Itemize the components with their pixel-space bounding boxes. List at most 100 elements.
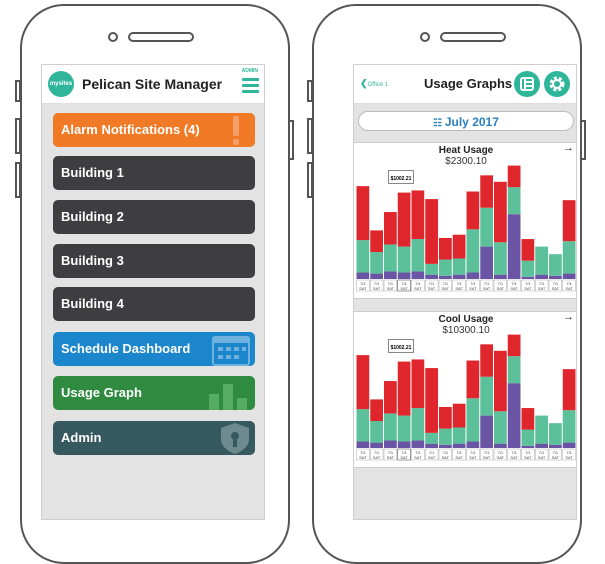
bar-segment[interactable] (466, 229, 480, 273)
admin-button[interactable]: Admin (53, 421, 255, 455)
bar-segment[interactable] (466, 191, 480, 230)
bar-segment[interactable] (549, 275, 562, 279)
bar-segment[interactable] (452, 274, 466, 279)
building-4-button[interactable]: Building 4 (53, 287, 255, 321)
bar-segment[interactable] (397, 192, 411, 247)
bar-segment[interactable] (480, 246, 493, 279)
bar-segment[interactable] (452, 234, 466, 259)
bar-segment[interactable] (562, 410, 576, 443)
alarm-notifications-button[interactable]: Alarm Notifications (4) (53, 113, 255, 147)
bar-segment[interactable] (384, 244, 397, 272)
bar-segment[interactable] (480, 175, 493, 208)
cool-usage-chart[interactable]: 7/1SAT7/1SAT7/1SAT7/1SAT7/1SAT7/1SAT7/1S… (354, 312, 577, 467)
bar-segment[interactable] (494, 242, 507, 275)
bar-segment[interactable] (411, 190, 425, 240)
bar-segment[interactable] (411, 408, 425, 441)
bar-segment[interactable] (425, 432, 438, 444)
bar-segment[interactable] (507, 165, 521, 188)
bar-segment[interactable] (521, 276, 535, 279)
bar-segment[interactable] (521, 260, 535, 277)
building-1-button[interactable]: Building 1 (53, 156, 255, 190)
bar-segment[interactable] (507, 334, 521, 357)
bar-segment[interactable] (356, 186, 370, 241)
bar-segment[interactable] (370, 421, 383, 443)
bar-segment[interactable] (397, 415, 411, 442)
hamburger-menu-icon[interactable] (242, 78, 259, 96)
bar-segment[interactable] (425, 368, 438, 433)
bar-segment[interactable] (370, 273, 383, 279)
bar-segment[interactable] (480, 207, 493, 247)
bar-segment[interactable] (562, 241, 576, 274)
list-view-button[interactable] (514, 71, 540, 97)
month-selector[interactable]: ☷ July 2017 (358, 111, 574, 131)
bar-segment[interactable] (439, 444, 452, 448)
heat-usage-chart[interactable]: 7/1SAT7/1SAT7/1SAT7/1SAT7/1SAT7/1SAT7/1S… (354, 143, 577, 298)
schedule-dashboard-button[interactable]: Schedule Dashboard (53, 332, 255, 366)
bar-segment[interactable] (452, 443, 466, 448)
usage-graph-button[interactable]: Usage Graph (53, 376, 255, 410)
bar-segment[interactable] (521, 239, 535, 261)
bar-segment[interactable] (535, 415, 548, 444)
bar-segment[interactable] (411, 359, 425, 409)
bar-segment[interactable] (562, 442, 576, 448)
bar-segment[interactable] (425, 443, 438, 448)
bar-segment[interactable] (480, 344, 493, 377)
bar-segment[interactable] (480, 415, 493, 448)
settings-button[interactable] (544, 71, 570, 97)
bar-segment[interactable] (521, 408, 535, 430)
bar-segment[interactable] (466, 272, 480, 279)
bar-segment[interactable] (370, 399, 383, 421)
bar-segment[interactable] (535, 274, 548, 279)
bar-segment[interactable] (370, 252, 383, 274)
bar-segment[interactable] (356, 409, 370, 442)
bar-segment[interactable] (384, 271, 397, 279)
bar-segment[interactable] (439, 259, 452, 276)
bar-segment[interactable] (466, 360, 480, 399)
bar-segment[interactable] (521, 445, 535, 448)
bar-segment[interactable] (384, 413, 397, 441)
bar-segment[interactable] (494, 350, 507, 412)
bar-segment[interactable] (356, 272, 370, 279)
bar-segment[interactable] (494, 443, 507, 448)
bar-segment[interactable] (480, 376, 493, 416)
bar-segment[interactable] (452, 427, 466, 444)
bar-segment[interactable] (397, 441, 411, 448)
bar-segment[interactable] (411, 239, 425, 272)
bar-segment[interactable] (397, 246, 411, 273)
bar-segment[interactable] (466, 441, 480, 448)
bar-segment[interactable] (425, 274, 438, 279)
bar-segment[interactable] (562, 273, 576, 279)
bar-segment[interactable] (507, 214, 521, 279)
bar-segment[interactable] (370, 230, 383, 252)
bar-segment[interactable] (521, 429, 535, 446)
bar-segment[interactable] (397, 361, 411, 416)
bar-segment[interactable] (507, 383, 521, 448)
bar-segment[interactable] (494, 411, 507, 444)
bar-segment[interactable] (384, 212, 397, 245)
bar-segment[interactable] (384, 381, 397, 414)
bar-segment[interactable] (411, 440, 425, 448)
bar-segment[interactable] (507, 187, 521, 215)
bar-segment[interactable] (439, 275, 452, 279)
bar-segment[interactable] (535, 443, 548, 448)
bar-segment[interactable] (425, 263, 438, 275)
bar-segment[interactable] (356, 441, 370, 448)
bar-segment[interactable] (384, 440, 397, 448)
bar-segment[interactable] (507, 356, 521, 384)
bar-segment[interactable] (356, 355, 370, 410)
bar-segment[interactable] (439, 406, 452, 429)
bar-segment[interactable] (425, 199, 438, 264)
bar-segment[interactable] (466, 398, 480, 442)
bar-segment[interactable] (411, 271, 425, 279)
bar-segment[interactable] (439, 428, 452, 445)
bar-segment[interactable] (439, 237, 452, 260)
bar-segment[interactable] (494, 181, 507, 243)
bar-segment[interactable] (549, 444, 562, 448)
bar-segment[interactable] (549, 423, 562, 445)
bar-segment[interactable] (452, 258, 466, 275)
building-3-button[interactable]: Building 3 (53, 244, 255, 278)
bar-segment[interactable] (494, 274, 507, 279)
back-link[interactable]: ❮Office 1 (360, 78, 388, 89)
bar-segment[interactable] (562, 369, 576, 411)
mysites-logo[interactable]: mysites (48, 71, 74, 97)
